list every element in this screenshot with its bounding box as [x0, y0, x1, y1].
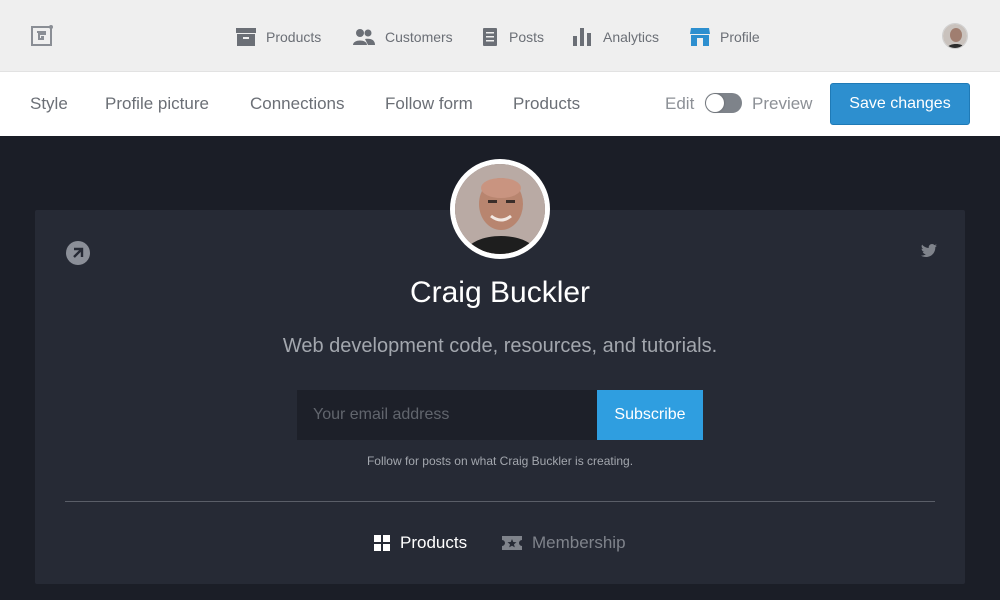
editor-toolbar: Style Profile picture Connections Follow…: [0, 72, 1000, 136]
profile-avatar[interactable]: [450, 159, 550, 259]
nav-item-label: Customers: [385, 29, 453, 45]
nav-item-label: Products: [266, 29, 322, 45]
profile-tab-label: Membership: [532, 533, 626, 552]
tab-style[interactable]: Style: [30, 94, 68, 114]
nav-item-customers[interactable]: Customers: [353, 26, 453, 48]
grid-icon: [374, 535, 390, 551]
tab-profile-picture[interactable]: Profile picture: [105, 94, 209, 114]
nav-item-profile[interactable]: Profile: [690, 26, 760, 48]
profile-photo-icon: [455, 164, 545, 254]
document-icon: [483, 28, 497, 46]
user-avatar[interactable]: [942, 23, 968, 49]
edit-mode-label[interactable]: Edit: [665, 94, 694, 114]
nav-item-label: Posts: [509, 29, 545, 45]
preview-mode-label[interactable]: Preview: [752, 94, 812, 114]
profile-tab-label: Products: [400, 533, 468, 552]
edit-preview-toggle[interactable]: [705, 93, 742, 113]
email-input[interactable]: [297, 390, 597, 440]
nav-item-posts[interactable]: Posts: [481, 26, 544, 48]
twitter-icon[interactable]: [921, 244, 937, 258]
ticket-icon: [502, 536, 522, 550]
profile-tagline: Web development code, resources, and tut…: [282, 335, 718, 357]
save-changes-button[interactable]: Save changes: [830, 83, 970, 125]
nav-item-label: Profile: [720, 29, 760, 45]
toggle-knob: [706, 94, 724, 112]
website-link-icon[interactable]: [66, 241, 90, 265]
subscribe-button[interactable]: Subscribe: [597, 390, 703, 440]
nav-item-products[interactable]: Products: [236, 26, 321, 48]
profile-name: Craig Buckler: [409, 276, 591, 309]
tab-products[interactable]: Products: [513, 94, 580, 114]
bar-chart-icon: [573, 28, 591, 46]
profile-photo: [455, 164, 545, 254]
nav-item-analytics[interactable]: Analytics: [573, 26, 659, 48]
profile-tab-products[interactable]: Products: [374, 533, 467, 553]
store-box-icon: [236, 28, 256, 46]
tab-follow-form[interactable]: Follow form: [385, 94, 473, 114]
follow-note: Follow for posts on what Craig Buckler i…: [366, 454, 634, 468]
nav-item-label: Analytics: [603, 29, 660, 45]
top-navigation: Products Customers Posts Analytics Profi…: [0, 0, 1000, 72]
section-divider: [65, 501, 935, 502]
users-icon: [353, 29, 375, 45]
storefront-icon: [690, 28, 710, 46]
profile-tab-membership[interactable]: Membership: [502, 533, 626, 553]
tab-connections[interactable]: Connections: [250, 94, 345, 114]
